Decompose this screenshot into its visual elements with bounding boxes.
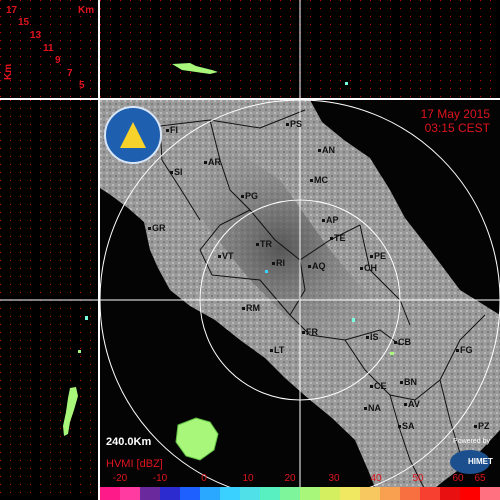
colorbar-tick: 0 <box>201 473 207 484</box>
colorbar-tick: 60 <box>452 473 464 484</box>
city-PE: PE <box>369 251 387 261</box>
civil-protection-logo <box>104 106 162 164</box>
colorbar-segment <box>300 487 320 500</box>
colorbar-segment <box>460 487 480 500</box>
city-NA: NA <box>364 403 381 413</box>
colorbar-segment <box>200 487 220 500</box>
colorbar-tick: -20 <box>112 473 128 484</box>
colorbar-tick: 50 <box>412 473 424 484</box>
city-AR: AR <box>204 157 221 167</box>
logo-triangle-icon <box>120 122 146 148</box>
colorbar-tick: 10 <box>242 473 254 484</box>
colorbar-segment <box>260 487 280 500</box>
colorbar-tick: 40 <box>370 473 382 484</box>
city-AV: AV <box>404 399 420 409</box>
colorbar-tick: 30 <box>328 473 340 484</box>
colorbar-segment <box>220 487 240 500</box>
colorbar-segment <box>400 487 420 500</box>
city-AN: AN <box>318 145 335 155</box>
colorbar-segment <box>440 487 460 500</box>
height-label-5: 5 <box>79 80 85 91</box>
colorbar-segment <box>480 487 500 500</box>
city-VT: VT <box>218 251 234 261</box>
city-SI: SI <box>170 167 183 177</box>
city-RM: RM <box>242 303 260 313</box>
colorbar-segment <box>360 487 380 500</box>
powered-by-label: Powered by <box>453 438 490 445</box>
colorbar-segment <box>240 487 260 500</box>
reflectivity-colorbar <box>100 487 500 500</box>
city-LT: LT <box>269 345 285 355</box>
date-label: 17 May 2015 <box>420 107 490 121</box>
colorbar-tick: 65 <box>474 473 486 484</box>
city-PG: PG <box>240 191 259 201</box>
radar-map-panel: 17 May 2015 03:15 CEST PS FI AN AR SI MC… <box>100 100 500 500</box>
city-SA: SA <box>398 421 415 431</box>
city-RI: RI <box>272 258 285 268</box>
colorbar-segment <box>180 487 200 500</box>
city-TR: TR <box>256 239 272 249</box>
city-IS: IS <box>366 332 379 342</box>
colorbar-segment <box>160 487 180 500</box>
city-AQ: AQ <box>308 261 326 271</box>
radar-display: 17 Km 15 13 11 9 7 5 Km 17 May 2015 03:1… <box>0 0 500 500</box>
height-label-15: 15 <box>18 17 30 28</box>
top-cross-section-grid <box>100 0 500 98</box>
city-CB: CB <box>394 337 411 347</box>
km-label-vertical: Km <box>3 63 14 80</box>
colorbar-segment <box>140 487 160 500</box>
colorbar-segment <box>280 487 300 500</box>
height-label-17: 17 <box>6 5 18 16</box>
colorbar-tick: 20 <box>284 473 296 484</box>
city-FR: FR <box>302 327 318 337</box>
height-label-9: 9 <box>55 55 61 66</box>
left-cross-section-grid <box>0 100 98 500</box>
italy-map <box>100 100 500 500</box>
height-scale-panel: 17 Km 15 13 11 9 7 5 Km <box>0 0 98 98</box>
km-label: Km <box>78 5 95 16</box>
colorbar-segment <box>320 487 340 500</box>
city-CH: CH <box>360 263 377 273</box>
height-label-11: 11 <box>43 43 54 54</box>
colorbar-segment <box>380 487 400 500</box>
height-label-7: 7 <box>67 68 73 79</box>
left-cross-section-panel <box>0 100 98 500</box>
colorbar-segment <box>100 487 120 500</box>
city-MC: MC <box>310 175 328 185</box>
unit-label: HVMI [dBZ] <box>106 458 163 470</box>
city-CE: CE <box>370 381 387 391</box>
city-FI: FI <box>166 125 178 135</box>
colorbar-tick: -10 <box>152 473 168 484</box>
time-label: 03:15 CEST <box>424 121 490 135</box>
colorbar-segment <box>120 487 140 500</box>
colorbar-segment <box>340 487 360 500</box>
city-AP: AP <box>322 215 339 225</box>
colorbar-segment <box>420 487 440 500</box>
range-label: 240.0Km <box>106 436 152 448</box>
height-label-13: 13 <box>30 30 42 41</box>
city-FG: FG <box>456 345 473 355</box>
city-PS: PS <box>285 119 303 129</box>
top-cross-section-panel <box>100 0 500 98</box>
city-PZ: PZ <box>474 421 490 431</box>
city-GR: GR <box>148 223 166 233</box>
himet-brand: HIMET <box>468 457 493 466</box>
city-TE: TE <box>330 233 346 243</box>
city-BN: BN <box>400 377 417 387</box>
